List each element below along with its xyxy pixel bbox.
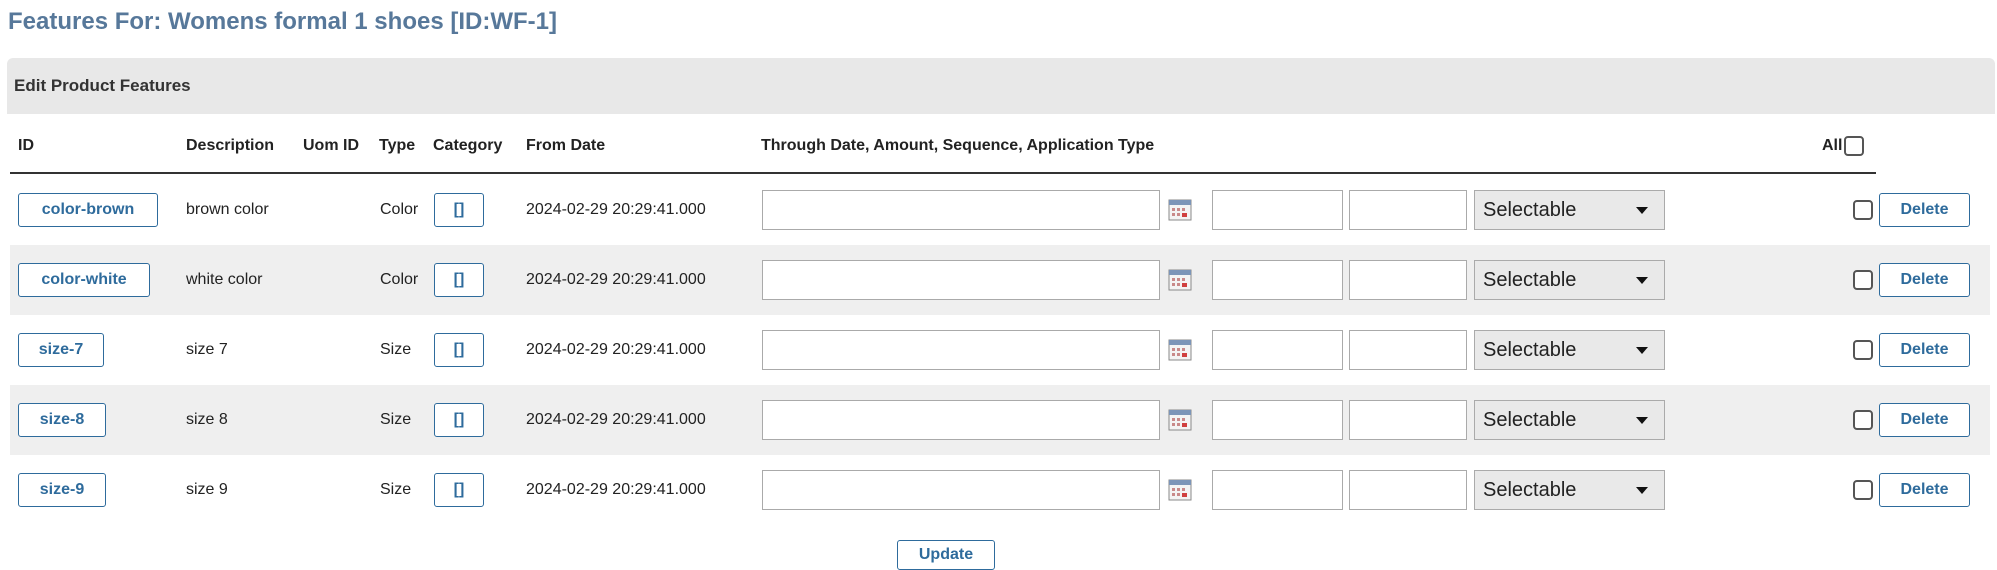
column-header-from-date: From Date bbox=[526, 137, 606, 154]
through-date-input[interactable] bbox=[762, 400, 1160, 440]
row-select-checkbox[interactable] bbox=[1853, 410, 1873, 430]
feature-type: Size bbox=[380, 411, 412, 428]
feature-category-link[interactable]: [] bbox=[434, 333, 484, 367]
application-type-value: Selectable bbox=[1483, 338, 1577, 361]
feature-id-link[interactable]: color-white bbox=[18, 263, 150, 297]
column-header-type: Type bbox=[379, 137, 416, 154]
feature-category-link[interactable]: [] bbox=[434, 403, 484, 437]
feature-description: size 8 bbox=[186, 411, 228, 428]
delete-button[interactable]: Delete bbox=[1879, 333, 1970, 367]
column-header-description: Description bbox=[186, 137, 275, 154]
feature-row: size-7 size 7 Size [] 2024-02-29 20:29:41.00… bbox=[10, 315, 1990, 385]
application-type-select[interactable]: Selectable bbox=[1474, 190, 1665, 230]
dropdown-arrow-icon bbox=[1636, 277, 1648, 284]
page-title: Features For: Womens formal 1 shoes [ID:… bbox=[8, 8, 557, 35]
amount-input[interactable] bbox=[1212, 470, 1343, 510]
column-header-through-date: Through Date, Amount, Sequence, Applicat… bbox=[761, 137, 1155, 154]
application-type-value: Selectable bbox=[1483, 268, 1577, 291]
feature-from-date: 2024-02-29 20:29:41.000 bbox=[526, 201, 706, 218]
feature-type: Color bbox=[380, 271, 419, 288]
feature-type: Size bbox=[380, 341, 412, 358]
feature-description: brown color bbox=[186, 201, 269, 218]
feature-id-link[interactable]: size-7 bbox=[18, 333, 104, 367]
row-select-checkbox[interactable] bbox=[1853, 270, 1873, 290]
application-type-select[interactable]: Selectable bbox=[1474, 260, 1665, 300]
dropdown-arrow-icon bbox=[1636, 207, 1648, 214]
sequence-input[interactable] bbox=[1349, 330, 1467, 370]
dropdown-arrow-icon bbox=[1636, 487, 1648, 494]
header-divider bbox=[10, 172, 1876, 174]
feature-row: color-brown brown color Color [] 2024-02-29 … bbox=[10, 175, 1990, 245]
calendar-icon[interactable] bbox=[1168, 478, 1192, 502]
feature-category-link[interactable]: [] bbox=[434, 263, 484, 297]
through-date-input[interactable] bbox=[762, 260, 1160, 300]
application-type-value: Selectable bbox=[1483, 408, 1577, 431]
through-date-input[interactable] bbox=[762, 470, 1160, 510]
row-select-checkbox[interactable] bbox=[1853, 340, 1873, 360]
delete-button[interactable]: Delete bbox=[1879, 473, 1970, 507]
application-type-select[interactable]: Selectable bbox=[1474, 330, 1665, 370]
column-header-category: Category bbox=[433, 137, 503, 154]
sequence-input[interactable] bbox=[1349, 260, 1467, 300]
feature-row: size-8 size 8 Size [] 2024-02-29 20:29:41.00… bbox=[10, 385, 1990, 455]
feature-row: size-9 size 9 Size [] 2024-02-29 20:29:41.00… bbox=[10, 455, 1990, 525]
amount-input[interactable] bbox=[1212, 400, 1343, 440]
calendar-icon[interactable] bbox=[1168, 198, 1192, 222]
calendar-icon[interactable] bbox=[1168, 268, 1192, 292]
feature-id-link[interactable]: color-brown bbox=[18, 193, 158, 227]
amount-input[interactable] bbox=[1212, 190, 1343, 230]
amount-input[interactable] bbox=[1212, 260, 1343, 300]
feature-id-link[interactable]: size-9 bbox=[18, 473, 106, 507]
feature-from-date: 2024-02-29 20:29:41.000 bbox=[526, 411, 706, 428]
amount-input[interactable] bbox=[1212, 330, 1343, 370]
feature-description: white color bbox=[186, 271, 263, 288]
sequence-input[interactable] bbox=[1349, 470, 1467, 510]
calendar-icon[interactable] bbox=[1168, 408, 1192, 432]
column-header-id: ID bbox=[18, 137, 34, 154]
through-date-input[interactable] bbox=[762, 330, 1160, 370]
feature-id-link[interactable]: size-8 bbox=[18, 403, 106, 437]
feature-from-date: 2024-02-29 20:29:41.000 bbox=[526, 341, 706, 358]
application-type-select[interactable]: Selectable bbox=[1474, 400, 1665, 440]
feature-from-date: 2024-02-29 20:29:41.000 bbox=[526, 271, 706, 288]
sequence-input[interactable] bbox=[1349, 400, 1467, 440]
delete-button[interactable]: Delete bbox=[1879, 263, 1970, 297]
panel-title: Edit Product Features bbox=[7, 58, 1995, 114]
dropdown-arrow-icon bbox=[1636, 417, 1648, 424]
calendar-icon[interactable] bbox=[1168, 338, 1192, 362]
row-select-checkbox[interactable] bbox=[1853, 200, 1873, 220]
feature-category-link[interactable]: [] bbox=[434, 193, 484, 227]
application-type-select[interactable]: Selectable bbox=[1474, 470, 1665, 510]
feature-type: Size bbox=[380, 481, 412, 498]
application-type-value: Selectable bbox=[1483, 198, 1577, 221]
column-header-all: All bbox=[1822, 137, 1843, 154]
delete-button[interactable]: Delete bbox=[1879, 193, 1970, 227]
sequence-input[interactable] bbox=[1349, 190, 1467, 230]
feature-description: size 7 bbox=[186, 341, 228, 358]
feature-row: color-white white color Color [] 2024-02-29 … bbox=[10, 245, 1990, 315]
feature-category-link[interactable]: [] bbox=[434, 473, 484, 507]
select-all-checkbox[interactable] bbox=[1844, 136, 1864, 156]
application-type-value: Selectable bbox=[1483, 478, 1577, 501]
through-date-input[interactable] bbox=[762, 190, 1160, 230]
row-select-checkbox[interactable] bbox=[1853, 480, 1873, 500]
column-header-uom-id: Uom ID bbox=[303, 137, 359, 154]
feature-from-date: 2024-02-29 20:29:41.000 bbox=[526, 481, 706, 498]
feature-type: Color bbox=[380, 201, 419, 218]
delete-button[interactable]: Delete bbox=[1879, 403, 1970, 437]
dropdown-arrow-icon bbox=[1636, 347, 1648, 354]
feature-description: size 9 bbox=[186, 481, 228, 498]
